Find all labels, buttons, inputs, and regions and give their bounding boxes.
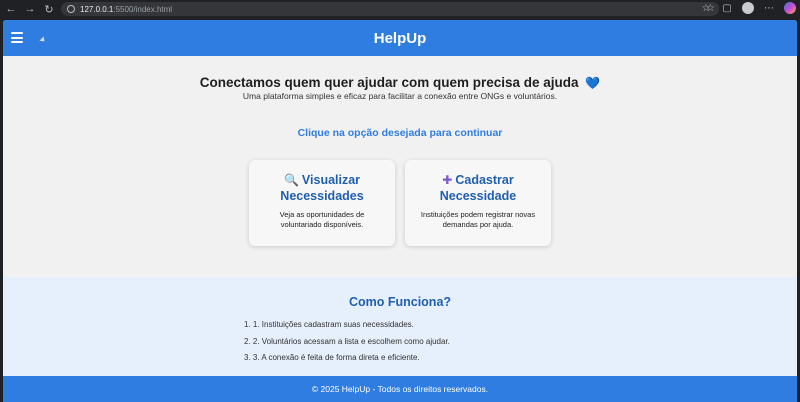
card-title: ✚ Cadastrar Necessidade — [405, 172, 551, 204]
option-cards: 🔍 Visualizar Necessidades Veja as oportun… — [3, 160, 797, 246]
more-menu-icon[interactable]: ⋯ — [763, 2, 775, 14]
collections-icon[interactable]: ▢ — [721, 2, 733, 14]
card-description: Instituições podem registrar novas deman… — [420, 210, 536, 229]
how-it-works-section: Como Funciona? 1. 1. Instituições cadast… — [3, 277, 797, 376]
page: HelpUp Conectamos quem quer ajudar com q… — [3, 20, 797, 402]
reload-icon[interactable]: ↻ — [41, 1, 57, 17]
magnifier-icon: 🔍 — [283, 173, 299, 187]
site-info-icon[interactable] — [67, 5, 75, 13]
address-bar[interactable]: 127.0.0.1:5500/index.html ☆ — [61, 2, 719, 16]
how-it-works-title: Como Funciona? — [348, 295, 452, 309]
card-title-line2: Necessidade — [439, 189, 517, 203]
steps-list: 1. 1. Instituições cadastram suas necess… — [244, 320, 450, 370]
list-item: 1. 1. Instituições cadastram suas necess… — [244, 320, 414, 329]
card-title-line1: Visualizar — [301, 173, 361, 187]
card-title: 🔍 Visualizar Necessidades — [249, 172, 395, 204]
hamburger-menu-icon[interactable] — [11, 32, 23, 43]
list-item: 3. 3. A conexão é feita de forma direta … — [244, 353, 420, 362]
hero-heading-text: Conectamos quem quer ajudar com quem pre… — [199, 75, 579, 90]
list-item: 2. 2. Voluntários acessam a lista e esco… — [244, 336, 450, 346]
site-footer: © 2025 HelpUp - Todos os direitos reserv… — [3, 376, 797, 402]
hero-subtitle: Uma plataforma simples e eficaz para fac… — [242, 91, 558, 101]
blue-heart-icon: 💙 — [585, 76, 601, 90]
hero-heading: Conectamos quem quer ajudar com quem pre… — [3, 75, 797, 90]
url-text: 127.0.0.1:5500/index.html — [80, 4, 173, 14]
cta-text: Clique na opção desejada para continuar — [297, 127, 503, 139]
mouse-cursor — [39, 36, 47, 44]
register-need-card[interactable]: ✚ Cadastrar Necessidade Instituições pode… — [405, 160, 551, 246]
card-title-line2: Necessidades — [280, 189, 364, 203]
forward-icon[interactable]: → — [22, 1, 38, 17]
footer-text: © 2025 HelpUp - Todos os direitos reserv… — [311, 384, 489, 394]
browser-toolbar: ← → ↻ 127.0.0.1:5500/index.html ☆ ☆ ▢ ⋯ — [0, 0, 800, 18]
copilot-icon[interactable] — [784, 2, 796, 14]
card-description: Veja as oportunidades de voluntariado di… — [279, 210, 365, 229]
hero-section: Conectamos quem quer ajudar com quem pre… — [3, 56, 797, 139]
profile-avatar[interactable] — [742, 2, 754, 14]
plus-icon: ✚ — [442, 173, 453, 187]
site-title: HelpUp — [373, 29, 427, 47]
site-header: HelpUp — [3, 20, 797, 56]
card-title-line1: Cadastrar — [455, 173, 514, 187]
view-needs-card[interactable]: 🔍 Visualizar Necessidades Veja as oportun… — [249, 160, 395, 246]
back-icon[interactable]: ← — [3, 1, 19, 17]
favorites-icon[interactable]: ☆ — [700, 2, 712, 14]
